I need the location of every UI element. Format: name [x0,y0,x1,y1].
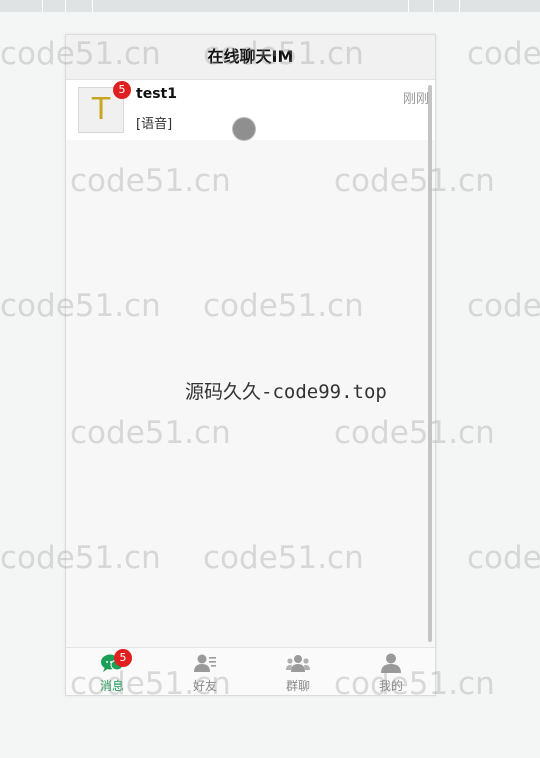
tab-unread-badge: 5 [114,649,132,667]
tab-friends[interactable]: 好友 [159,648,251,695]
page-title: 在线聊天IM [66,35,435,80]
watermark-text: code51.cn [467,540,540,576]
chat-app-window: 在线聊天IM T 5 test1 [语音] 刚刚 5 消息 好友 群聊 我的 [65,34,436,696]
tab-label: 好友 [192,679,217,693]
tab-me[interactable]: 我的 [345,648,435,695]
tab-label: 我的 [378,679,403,693]
chat-name: test1 [136,86,177,102]
tab-label: 群聊 [285,679,310,693]
group-icon [286,655,310,672]
user-icon [381,653,401,673]
touch-pointer-indicator [232,117,256,141]
chat-preview: [语音] [136,117,173,132]
unread-badge: 5 [113,81,131,99]
scrollbar[interactable] [428,85,432,642]
watermark-text: code51.cn [467,288,540,324]
top-strip [0,0,540,12]
contacts-icon [194,654,216,672]
bottom-tab-bar: 5 消息 好友 群聊 我的 [66,647,435,695]
tab-groups[interactable]: 群聊 [252,648,344,695]
tab-label: 消息 [99,679,124,693]
chat-time: 刚刚 [402,92,429,107]
tab-messages[interactable]: 5 消息 [66,648,158,695]
overlay-caption: 源码久久-code99.top [185,381,387,403]
watermark-text: code51.cn [467,36,540,72]
